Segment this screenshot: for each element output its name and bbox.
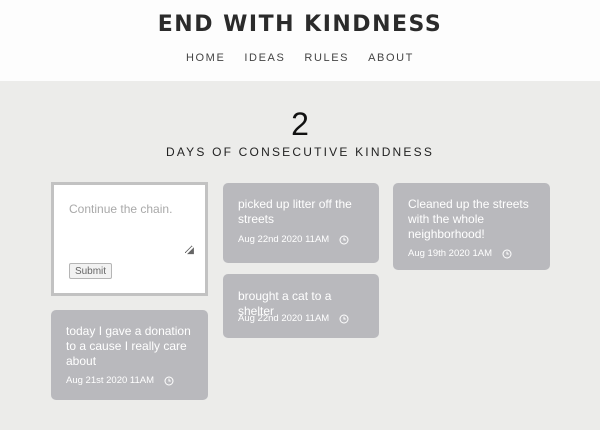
post-date: Aug 21st 2020 11AM <box>66 375 155 386</box>
post-card: brought a cat to a shelter Aug 22nd 2020… <box>223 274 379 338</box>
post-text: today I gave a donation to a cause I rea… <box>66 324 191 368</box>
submit-button[interactable]: Submit <box>69 263 112 279</box>
post-meta: Aug 19th 2020 1AM <box>408 248 512 259</box>
post-card: today I gave a donation to a cause I rea… <box>51 310 208 400</box>
nav-about[interactable]: ABOUT <box>368 52 414 64</box>
nav-rules[interactable]: RULES <box>304 52 349 64</box>
clock-icon <box>339 235 349 244</box>
site-header: END WITH KINDNESS HOME IDEAS RULES ABOUT <box>0 0 600 81</box>
clock-icon <box>502 249 512 258</box>
post-meta: Aug 22nd 2020 11AM <box>238 313 349 324</box>
site-title: END WITH KINDNESS <box>157 12 443 37</box>
post-date: Aug 19th 2020 1AM <box>408 248 492 259</box>
clock-icon <box>164 376 174 385</box>
post-card: picked up litter off the streets Aug 22n… <box>223 183 379 263</box>
post-text: picked up litter off the streets <box>238 197 352 226</box>
main-nav: HOME IDEAS RULES ABOUT <box>0 52 600 64</box>
kindness-input[interactable] <box>69 202 193 254</box>
post-meta: Aug 21st 2020 11AM <box>66 375 174 386</box>
nav-home[interactable]: HOME <box>186 52 225 64</box>
post-card: Cleaned up the streets with the whole ne… <box>393 183 550 270</box>
post-date: Aug 22nd 2020 11AM <box>238 234 330 245</box>
streak-label: DAYS OF CONSECUTIVE KINDNESS <box>165 145 435 159</box>
post-meta: Aug 22nd 2020 11AM <box>238 234 349 245</box>
post-date: Aug 22nd 2020 11AM <box>238 313 330 324</box>
resize-grip-icon[interactable]: ◢ <box>187 246 194 256</box>
streak-count: 2 <box>291 106 309 142</box>
kindness-form: ◢ Submit <box>51 182 208 296</box>
clock-icon <box>339 314 349 323</box>
post-text: Cleaned up the streets with the whole ne… <box>408 197 529 241</box>
nav-ideas[interactable]: IDEAS <box>244 52 285 64</box>
